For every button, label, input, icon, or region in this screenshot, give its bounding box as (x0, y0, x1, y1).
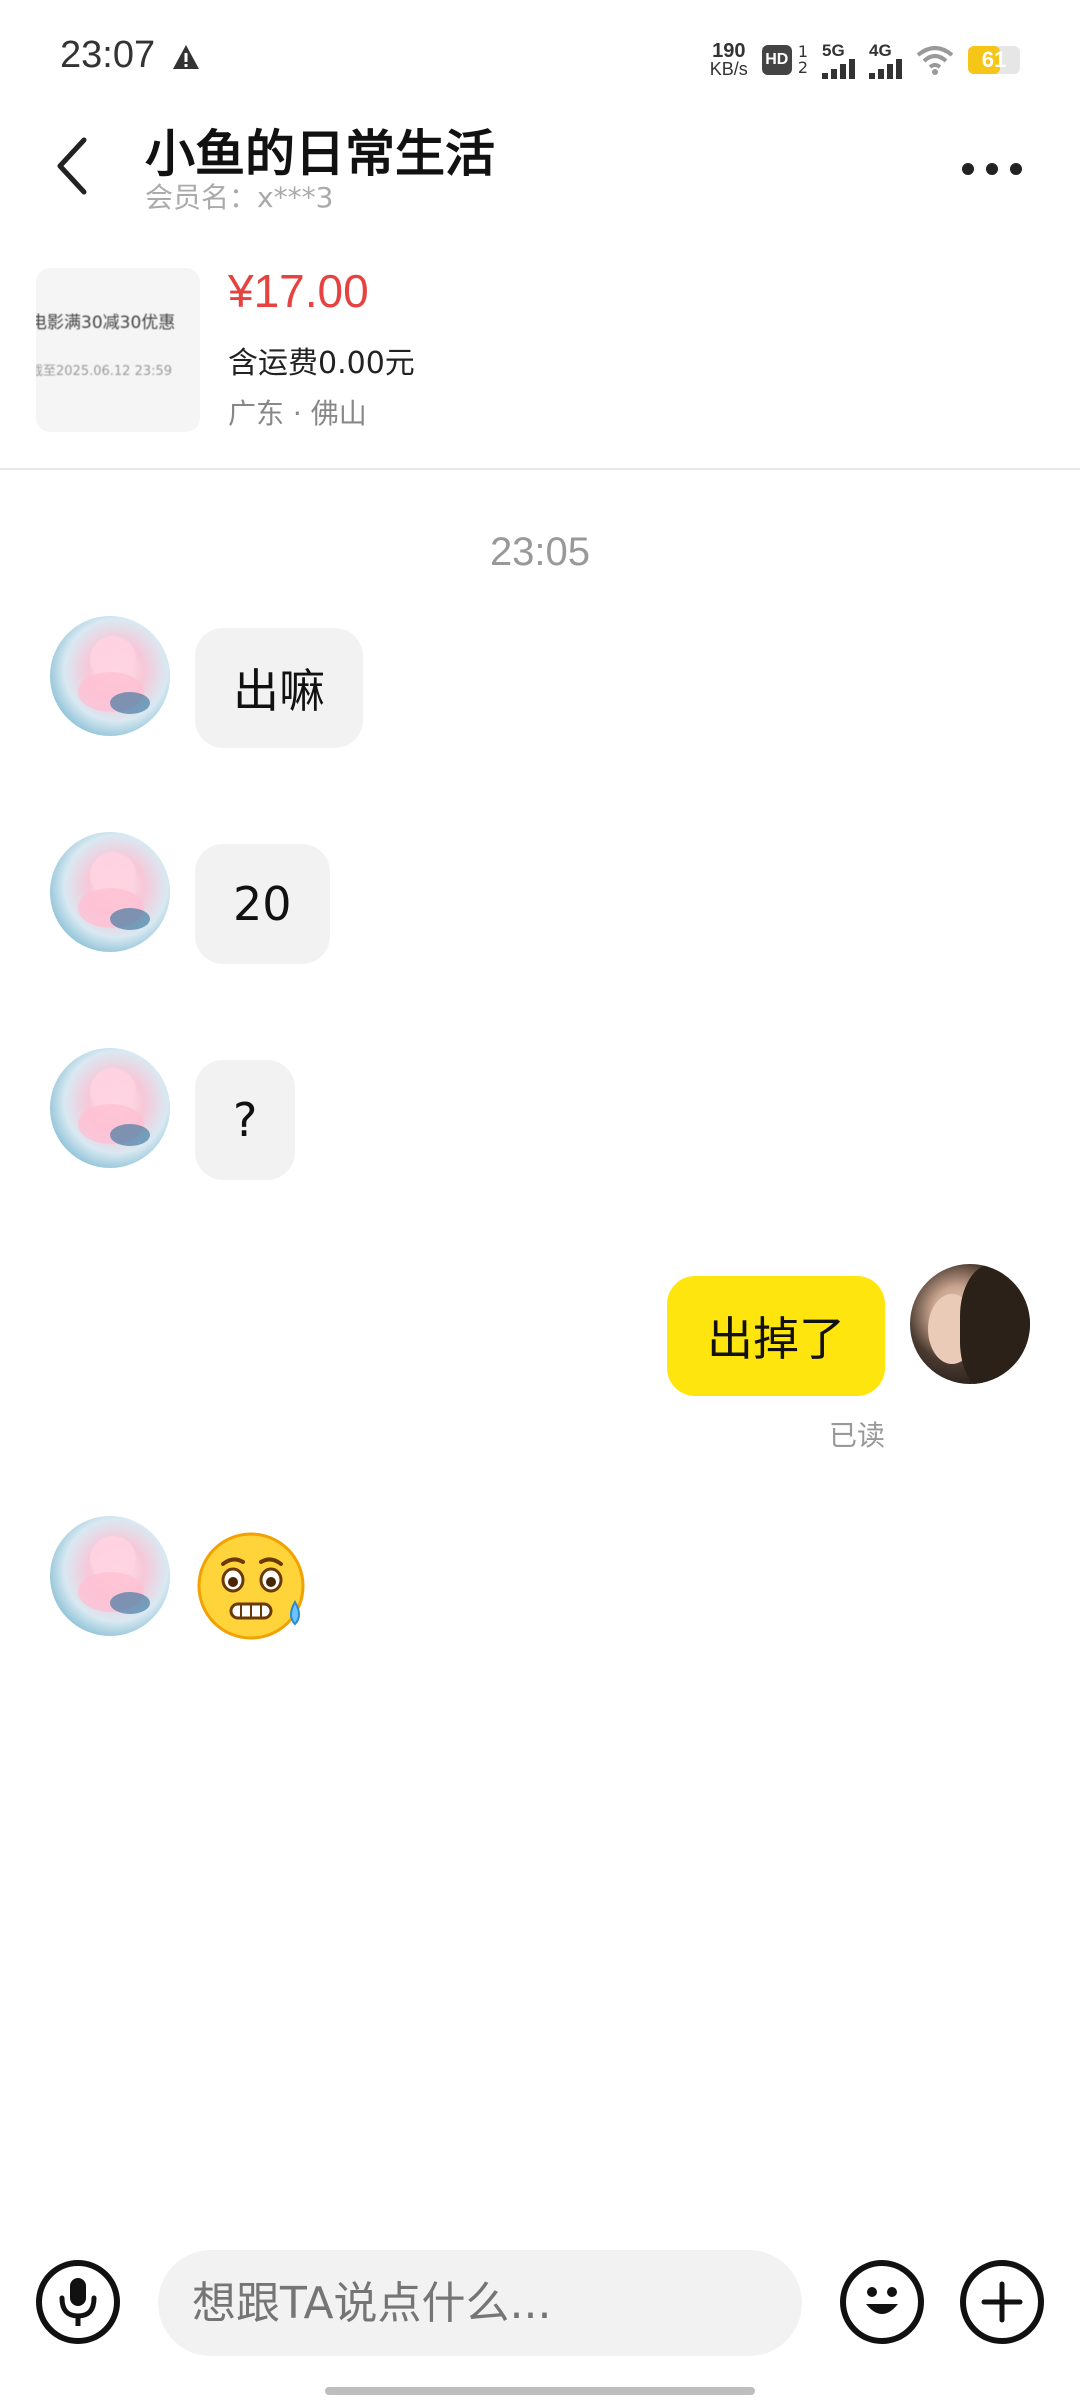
smiley-icon (866, 2287, 898, 2314)
more-actions-button[interactable] (960, 2260, 1044, 2344)
more-options-button[interactable] (952, 144, 1032, 194)
other-user-avatar[interactable] (50, 616, 170, 736)
microphone-icon (59, 2278, 97, 2326)
shipping-fee: 含运费0.00元 (228, 346, 415, 381)
status-indicators: 190 KB/s HD 1 2 5G 4G 61 (710, 36, 1020, 84)
input-bar (0, 2240, 1080, 2360)
signal-bars-icon (869, 58, 902, 79)
warning-icon (173, 45, 199, 69)
message-bubble[interactable]: ? (195, 1060, 296, 1180)
back-button[interactable] (40, 126, 104, 206)
message-bubble[interactable]: 出嘛 (195, 628, 363, 748)
battery-level: 61 (981, 47, 1007, 72)
hd-sub-indicator: 1 2 (798, 44, 808, 76)
message-bubble-self[interactable]: 出掉了 (667, 1276, 885, 1396)
other-user-avatar[interactable] (50, 832, 170, 952)
signal-bars-icon (822, 58, 855, 79)
hd-icon: HD (761, 45, 792, 75)
battery-icon: 61 (968, 46, 1020, 74)
more-dots-icon (962, 163, 974, 175)
message-row-self: 出掉了 已读 (0, 1264, 1080, 1464)
hd-sub-bottom: 2 (797, 58, 808, 77)
status-time: 23:07 (60, 34, 156, 76)
network-speed: 190 KB/s (709, 40, 748, 79)
message-row: 出嘛 (0, 616, 1080, 748)
product-card[interactable]: 电影满30减30优惠 截至2025.06.12 23:59 ¥17.00 含运费… (0, 250, 1080, 470)
read-status: 已读 (828, 1419, 885, 1452)
network-speed-unit: KB/s (709, 59, 748, 79)
wifi-icon (916, 46, 954, 75)
status-bar: 23:07 190 KB/s HD 1 2 5G 4G 61 (0, 0, 1080, 120)
emoji-button[interactable] (840, 2260, 924, 2344)
network-speed-value: 190 (712, 40, 746, 62)
seller-location: 广东 · 佛山 (228, 397, 367, 430)
chevron-left-icon (57, 137, 87, 195)
signal-5g: 5G (822, 42, 855, 79)
message-row: ? (0, 1048, 1080, 1180)
message-bubble[interactable]: 20 (195, 844, 330, 964)
message-row: 20 (0, 832, 1080, 964)
plus-icon (981, 2281, 1023, 2323)
more-dots-icon (986, 163, 998, 175)
more-dots-icon (1010, 163, 1022, 175)
member-name: 会员名：x***3 (145, 181, 334, 214)
thumbnail-date: 截至2025.06.12 23:59 (36, 364, 173, 379)
signal-4g: 4G (869, 42, 902, 79)
product-thumbnail[interactable]: 电影满30减30优惠 截至2025.06.12 23:59 (36, 268, 200, 432)
home-indicator[interactable] (325, 2387, 755, 2395)
thumbnail-title: 电影满30减30优惠 (36, 313, 176, 333)
signal-5g-label: 5G (822, 40, 845, 60)
chat-timestamp: 23:05 (489, 530, 591, 574)
signal-4g-label: 4G (869, 40, 892, 60)
my-avatar[interactable] (910, 1264, 1030, 1384)
other-user-avatar[interactable] (50, 1048, 170, 1168)
message-row (0, 1516, 1080, 1656)
anxious-sweat-emoji-icon[interactable] (195, 1528, 311, 1644)
voice-input-button[interactable] (36, 2260, 120, 2344)
product-price: ¥17.00 (228, 265, 369, 317)
chat-header: 小鱼的日常生活 会员名：x***3 (0, 110, 1080, 220)
message-input[interactable] (158, 2250, 802, 2356)
other-user-avatar[interactable] (50, 1516, 170, 1636)
